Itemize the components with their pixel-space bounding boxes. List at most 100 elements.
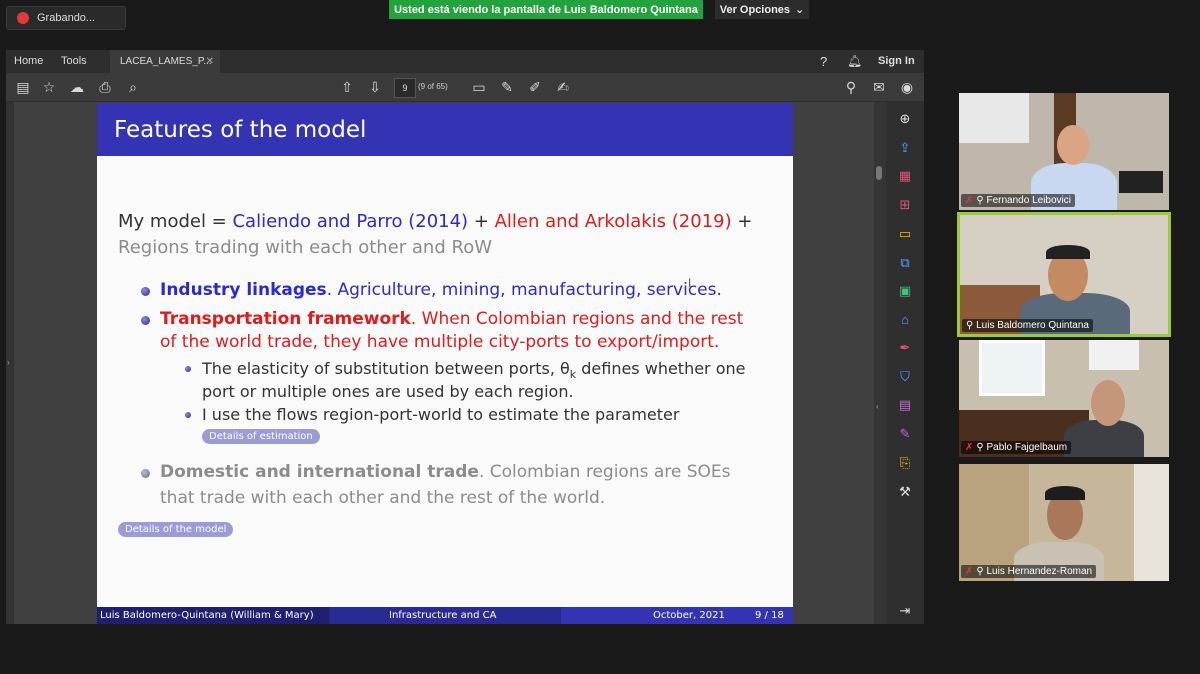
print-icon[interactable]: ⎙ [96, 78, 114, 96]
scrollbar[interactable]: ‹ [874, 102, 886, 624]
intro-prefix: My model = [118, 211, 233, 232]
toolbar: ▤ ☆ ☁ ⎙ ⌕ ⇧ ⇩ 9 (9 of 65) ▭ ✎ ✐ ✍ ⚲ ✉ ◉ [6, 73, 924, 102]
intro-plus: + [468, 211, 495, 232]
more-tools-icon[interactable]: ⚒ [896, 483, 914, 501]
bullet-industry-linkages: Industry linkages. Agriculture, mining, … [160, 280, 722, 300]
protect-icon[interactable]: ⛉ [896, 368, 914, 386]
menu-home[interactable]: Home [14, 50, 43, 73]
mail-icon[interactable]: ✉ [870, 78, 888, 96]
participant-face [1057, 125, 1089, 165]
participant-tile-1[interactable]: ✗ ⚲ Fernando Leibovici [959, 93, 1169, 210]
slide-title: Features of the model [114, 117, 367, 143]
export-pdf-icon[interactable]: ⇪ [896, 139, 914, 157]
zoom-icon[interactable]: ⊕ [896, 110, 914, 128]
bullet-icon [141, 287, 150, 296]
footer-page-number: 9 / 18 [755, 610, 784, 621]
participant-hair [1046, 245, 1090, 259]
menu-tools[interactable]: Tools [61, 50, 87, 73]
send-sign-icon[interactable]: ✎ [896, 425, 914, 443]
tools-pane: ⊕ ⇪ ▦ ⊞ ▭ ⧉ ▣ ⌂ ✒ ⛉ ▤ ✎ ⎘ ⚒ ⇥ [886, 102, 924, 624]
highlight-icon[interactable]: ✐ [526, 78, 544, 96]
scan-icon[interactable]: ⌂ [896, 311, 914, 329]
edit-pdf-icon[interactable]: ▣ [896, 282, 914, 300]
fill-sign-icon[interactable]: ✒ [896, 339, 914, 357]
footer-date: October, 2021 [653, 610, 725, 621]
view-options-label: Ver Opciones [719, 3, 791, 16]
search-icon[interactable]: ⌕ [124, 78, 142, 96]
reference-allen-arkolakis: Allen and Arkolakis (2019) [494, 211, 732, 232]
send-review-icon[interactable]: ⎘ [896, 454, 914, 472]
bullet-domestic-trade-line-1: Domestic and international trade. Colomb… [160, 462, 731, 482]
bullet-transportation-line-1: Transportation framework. When Colombian… [160, 309, 743, 329]
combine-files-icon[interactable]: ⧉ [896, 254, 914, 272]
participant-name: Luis Hernandez-Roman [986, 566, 1093, 577]
comment-icon[interactable]: ▭ [470, 78, 488, 96]
page-number-input[interactable]: 9 [394, 78, 416, 98]
pin-icon: ⚲ [976, 566, 987, 577]
participant-tile-4[interactable]: ✗ ⚲ Luis Hernandez-Roman [959, 464, 1169, 581]
next-page-icon[interactable]: ⇩ [366, 78, 384, 96]
sub-bullet-flows: I use the flows region-port-world to est… [202, 405, 680, 424]
sub-bullet-icon [185, 366, 191, 372]
view-options-button[interactable]: Ver Opciones ⌄ [715, 0, 809, 19]
bookmark-star-icon[interactable]: ☆ [40, 78, 58, 96]
sub-bullet-icon [185, 412, 191, 418]
participant-name: Pablo Fajgelbaum [986, 442, 1068, 453]
participant-video [960, 215, 1168, 334]
comment-tool-icon[interactable]: ▭ [896, 225, 914, 243]
bullet-icon [141, 316, 150, 325]
slide-header: Features of the model [97, 103, 793, 156]
sub-bullet-elasticity-line-1: The elasticity of substitution between p… [202, 359, 746, 381]
menu-bar: Home Tools LACEA_LAMES_P... ✕ ? 🔔︎ Sign … [6, 50, 924, 73]
muted-mic-icon: ✗ [965, 442, 974, 453]
collapse-pane-icon[interactable]: ‹ [876, 402, 879, 411]
bullet-bold-label: Transportation framework [160, 309, 411, 329]
window [1089, 340, 1139, 370]
recording-indicator[interactable]: Grabando... [6, 6, 126, 30]
participant-tile-2-active[interactable]: ⚲ Luis Baldomero Quintana [957, 212, 1171, 337]
pin-icon: ⚲ [976, 195, 987, 206]
participant-hair [1045, 486, 1085, 500]
account-icon[interactable]: ◉ [898, 78, 916, 96]
participant-name-tag: ✗ ⚲ Pablo Fajgelbaum [961, 441, 1072, 454]
participant-face [1091, 380, 1125, 426]
bell-icon[interactable]: 🔔︎ [847, 50, 862, 73]
create-pdf-icon[interactable]: ⊞ [896, 196, 914, 214]
organize-pages-icon[interactable]: ▦ [896, 167, 914, 185]
pin-icon: ⚲ [976, 442, 987, 453]
screen-sharing-banner: Usted está viendo la pantalla de Luis Ba… [389, 0, 703, 19]
close-tab-icon[interactable]: ✕ [206, 50, 214, 73]
recording-icon [17, 12, 29, 24]
upload-cloud-icon[interactable]: ☁ [68, 78, 86, 96]
bullet-text: . Colombian regions are SOEs [478, 462, 731, 482]
window [979, 340, 1045, 396]
sign-in-button[interactable]: Sign In [878, 50, 915, 73]
help-icon[interactable]: ? [820, 50, 827, 73]
participant-tile-3[interactable]: ✗ ⚲ Pablo Fajgelbaum [959, 340, 1169, 457]
bullet-icon [141, 469, 150, 478]
scrollbar-thumb[interactable] [876, 166, 882, 180]
intro-line-2: Regions trading with each other and RoW [118, 237, 493, 258]
pen-icon[interactable]: ✎ [498, 78, 516, 96]
previous-page-icon[interactable]: ⇧ [338, 78, 356, 96]
document-tab[interactable]: LACEA_LAMES_P... ✕ [110, 50, 220, 73]
save-icon[interactable]: ▤ [14, 78, 32, 96]
collapse-tools-icon[interactable]: ⇥ [896, 602, 914, 620]
intro-plus: + [731, 211, 753, 232]
left-panel-toggle[interactable]: › [6, 102, 14, 624]
sharing-banner-text: Usted está viendo la pantalla de Luis Ba… [394, 3, 698, 16]
details-estimation-button[interactable]: Details of estimation [202, 429, 320, 444]
pin-icon: ⚲ [966, 320, 977, 331]
chevron-right-icon: › [7, 358, 10, 367]
edit-link-icon[interactable]: ⚲ [842, 78, 860, 96]
participant-name-tag: ✗ ⚲ Fernando Leibovici [961, 194, 1075, 207]
participant-name: Fernando Leibovici [986, 195, 1072, 206]
sub-bullet-text: defines whether one [576, 359, 746, 378]
details-model-button[interactable]: Details of the model [118, 522, 234, 537]
intro-line-1: My model = Caliendo and Parro (2014) + A… [118, 211, 752, 232]
bullet-domestic-trade-line-2: that trade with each other and the rest … [160, 488, 606, 508]
prepare-form-icon[interactable]: ▤ [896, 396, 914, 414]
sub-bullet-text: The elasticity of substitution between p… [202, 359, 570, 378]
chevron-down-icon: ⌄ [795, 4, 805, 16]
stamp-icon[interactable]: ✍ [554, 78, 572, 96]
